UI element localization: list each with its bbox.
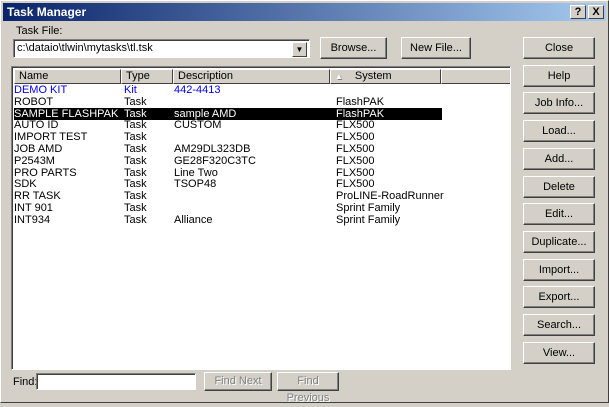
cell-name: SDK [14,178,37,191]
cell-system: FLX500 [336,143,375,155]
cell-type: Task [124,119,147,132]
column-header-filler [441,69,510,84]
task-file-combo[interactable]: c:\dataio\tlwin\mytasks\tl.tsk ▼ [13,39,310,58]
add-button[interactable]: Add... [523,147,595,170]
table-row[interactable]: INT 901 Task Sprint Family [14,202,442,214]
duplicate-button[interactable]: Duplicate... [523,230,595,253]
close-title-button[interactable]: X [588,5,604,19]
cell-name: IMPORT TEST [14,131,88,144]
cell-name: ROBOT [14,95,54,108]
cell-description: TSOP48 [174,178,217,191]
table-row[interactable]: IMPORT TEST Task FLX500 [14,131,442,143]
cell-description: sample AMD [174,107,237,120]
cell-system: FLX500 [336,119,375,132]
cell-name: RR TASK [14,190,61,203]
cell-description: Alliance [174,213,213,226]
cell-system: FLX500 [336,166,375,179]
browse-button[interactable]: Browse... [320,37,387,59]
task-file-label: Task File: [16,25,63,37]
table-row[interactable]: SAMPLE FLASHPAK Task sample AMD FlashPAK [14,107,442,120]
cell-system: Sprint Family [336,202,401,214]
window-title: Task Manager [7,5,87,19]
find-label: Find: [13,376,38,388]
cell-system: FLX500 [336,131,375,144]
job-info-button[interactable]: Job Info... [523,92,595,115]
cell-type: Task [124,95,147,108]
cell-type: Task [124,131,147,144]
column-header-system[interactable]: ▲ System [330,69,441,84]
cell-type: Task [124,190,147,203]
cell-type: Task [124,166,147,179]
cell-name: PRO PARTS [14,166,77,179]
cell-type: Task [124,107,147,120]
table-row[interactable]: RR TASK Task ProLINE-RoadRunner [14,190,444,203]
cell-system: FlashPAK [336,95,385,108]
cell-description: Line Two [174,166,218,179]
cell-name: SAMPLE FLASHPAK [14,107,119,120]
close-button[interactable]: Close [523,37,595,59]
table-row[interactable]: DEMO KIT Kit 442-4413 [14,84,442,96]
cell-description: 442-4413 [174,84,221,96]
find-previous-button[interactable]: Find Previous [277,372,339,404]
new-file-button[interactable]: New File... [401,37,471,59]
edit-button[interactable]: Edit... [523,203,595,226]
cell-name: AUTO ID [14,119,59,132]
cell-description: CUSTOM [174,119,222,132]
table-row[interactable]: INT934 Task Alliance Sprint Family [14,214,442,226]
column-header-description[interactable]: Description [173,69,330,84]
column-header-name[interactable]: Name [14,69,121,84]
cell-system: FLX500 [336,178,375,191]
cell-type: Task [124,154,147,167]
table-row[interactable]: AUTO ID Task CUSTOM FLX500 [14,119,442,131]
search-button[interactable]: Search... [523,314,595,336]
cell-name: DEMO KIT [14,84,68,96]
cell-type: Task [124,213,147,226]
cell-type: Task [124,202,147,214]
load-button[interactable]: Load... [523,120,595,143]
cell-type: Task [124,143,147,155]
cell-system: FlashPAK [336,107,385,120]
task-file-value: c:\dataio\tlwin\mytasks\tl.tsk [17,42,153,54]
export-button[interactable]: Export... [523,286,595,309]
sort-arrow-icon: ▲ [335,72,343,81]
find-next-button[interactable]: Find Next [204,372,272,391]
task-manager-window: Task Manager ? X Task File: c:\dataio\tl… [0,0,609,404]
table-row[interactable]: JOB AMD Task AM29DL323DB FLX500 [14,143,442,155]
table-row[interactable]: P2543M Task GE28F320C3TC FLX500 [14,155,442,167]
cell-system: Sprint Family [336,213,401,226]
title-bar: Task Manager [3,3,606,21]
cell-system: ProLINE-RoadRunner [336,190,444,203]
find-input[interactable] [36,373,196,390]
column-header-type[interactable]: Type [121,69,173,84]
cell-name: JOB AMD [14,143,63,155]
cell-name: P2543M [14,154,55,167]
task-list[interactable]: Name Type Description ▲ System DEMO KIT Ki… [11,66,511,370]
cell-name: INT934 [14,213,51,226]
help-title-button[interactable]: ? [570,5,586,19]
help-button[interactable]: Help [523,64,595,87]
table-row[interactable]: SDK Task TSOP48 FLX500 [14,178,442,190]
cell-type: Task [124,178,147,191]
chevron-down-icon[interactable]: ▼ [292,42,307,57]
table-row[interactable]: ROBOT Task FlashPAK [14,96,442,108]
delete-button[interactable]: Delete [523,175,595,198]
cell-type: Kit [124,84,137,96]
import-button[interactable]: Import... [523,258,595,281]
cell-name: INT 901 [14,202,53,214]
cell-description: AM29DL323DB [174,143,251,155]
table-row[interactable]: PRO PARTS Task Line Two FLX500 [14,167,442,179]
view-button[interactable]: View... [523,341,595,364]
cell-description: GE28F320C3TC [174,154,256,167]
cell-system: FLX500 [336,154,375,167]
